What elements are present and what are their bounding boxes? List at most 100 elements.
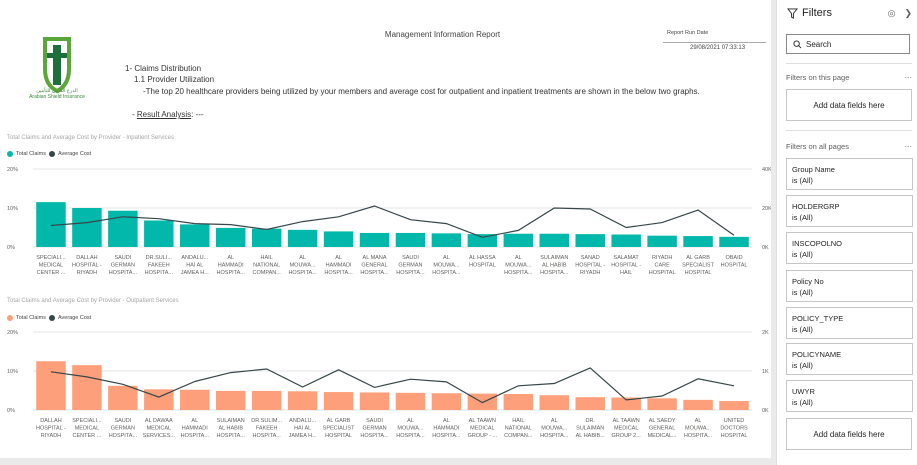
bar[interactable] [144, 220, 174, 247]
bar[interactable] [72, 208, 102, 247]
bar[interactable] [503, 394, 534, 410]
category-label: SAUDI GERMAN HOSPITA... [360, 418, 389, 439]
filter-card-value: is (All) [792, 250, 813, 259]
filters-on-this-page-label: Filters on this page ... [786, 70, 912, 82]
bar[interactable] [108, 210, 138, 247]
bar[interactable] [287, 229, 318, 247]
bar[interactable] [467, 234, 498, 247]
bar[interactable] [323, 392, 354, 410]
funnel-icon [787, 7, 798, 19]
filter-card[interactable]: Policy No is (All) [786, 270, 913, 302]
divider [786, 130, 912, 131]
bar[interactable] [539, 233, 570, 247]
category-label: SAUDI GERMAN HOSPITA... [396, 255, 425, 276]
category-label: AL TAAWN MEDICAL GROUP - ... [468, 418, 498, 439]
more-options-icon[interactable]: ... [904, 70, 912, 80]
category-label: ANDALU... HAI AL JAMEA H... [181, 255, 210, 276]
inpatient-chart-title: Total Claims and Average Cost by Provide… [7, 135, 174, 141]
category-label: HAIL NATIONAL COMPAN... [253, 255, 282, 276]
category-label: AL HAMMADI HOSPITA... [181, 418, 210, 439]
add-data-fields-all-pages-dropzone[interactable]: Add data fields here [786, 418, 912, 450]
bar[interactable] [36, 361, 66, 410]
category-label: SAUDI GERMAN HOSPITA... [109, 255, 138, 276]
search-input[interactable]: Search [786, 34, 910, 54]
bar[interactable] [395, 392, 426, 410]
bar[interactable] [215, 390, 246, 410]
filter-card[interactable]: HOLDERGRP is (All) [786, 195, 913, 227]
inpatient-legend[interactable]: Total Claims Average Cost [7, 151, 91, 157]
result-analysis-link[interactable]: Result Analysis [137, 110, 191, 119]
bar[interactable] [575, 234, 605, 247]
bar[interactable] [251, 390, 282, 410]
y-tick-left: 10% [7, 369, 18, 375]
filter-card-value: is (All) [792, 176, 813, 185]
category-label: UNITED DOCTORS HOSPITAL [720, 418, 748, 439]
bar[interactable] [108, 385, 138, 410]
filter-card-value: is (All) [792, 288, 813, 297]
filters-on-all-pages-label: Filters on all pages ... [786, 139, 912, 151]
outpatient-chart[interactable]: 0% 10% 20% 0K 1K 2K DALLAH HOSPITAL -RIYADH SPEC… [0, 323, 771, 458]
filter-card[interactable]: POLICYNAME is (All) [786, 343, 913, 375]
bar[interactable] [683, 236, 713, 247]
bar[interactable] [72, 365, 102, 410]
category-label: AL HAMMADI HOSPITA... [324, 255, 353, 276]
inpatient-chart[interactable]: 0% 10% 20% 0K 20K 40K SPECIALI... MEDICAL CENTER… [0, 160, 771, 295]
section-label: Filters on all pages [786, 142, 849, 151]
eye-icon[interactable]: ◎ [888, 8, 896, 19]
bar[interactable] [647, 398, 677, 410]
bar[interactable] [251, 228, 282, 247]
section-label: Filters on this page [786, 73, 850, 82]
bar[interactable] [323, 231, 354, 247]
y-tick-right: 40K [762, 167, 771, 173]
bar[interactable] [611, 234, 641, 247]
bar[interactable] [395, 232, 426, 247]
category-label: AL MOUWA... HOSPITA... [504, 255, 533, 276]
bar[interactable] [359, 232, 390, 247]
y-tick-right: 0K [762, 245, 769, 251]
divider [786, 63, 912, 64]
bar[interactable] [575, 397, 605, 410]
bar[interactable] [719, 401, 749, 410]
filter-card-value: is (All) [792, 361, 813, 370]
filter-card[interactable]: Group Name is (All) [786, 158, 913, 190]
category-label: AL HAMMADI HOSPITA... [432, 418, 461, 439]
bar[interactable] [431, 393, 462, 410]
bar[interactable] [287, 391, 318, 410]
bar[interactable] [683, 399, 713, 410]
category-label: RIYADH CARE HOSPITAL [649, 255, 676, 276]
description-text: -The top 20 healthcare providers being u… [143, 87, 700, 96]
bar[interactable] [180, 224, 210, 247]
filter-card[interactable]: UWYR is (All) [786, 380, 913, 412]
filter-card-name: POLICY_TYPE [792, 314, 844, 323]
legend-label-average-cost: Average Cost [57, 315, 92, 321]
y-tick-right: 2K [762, 330, 769, 336]
y-tick-left: 0% [7, 408, 15, 414]
report-canvas: الدرع العربي للتأمين Arabian Shield Insu… [0, 0, 771, 458]
bar[interactable] [215, 227, 246, 247]
bar[interactable] [647, 235, 677, 247]
result-suffix: : --- [191, 110, 204, 119]
category-label: AL DAWAA MEDICAL SERVICES... [143, 418, 176, 439]
filter-card[interactable]: INSCOPOLNO is (All) [786, 232, 913, 264]
bar[interactable] [503, 233, 534, 247]
filter-card-value: is (All) [792, 325, 813, 334]
y-tick-right: 1K [762, 369, 769, 375]
bar[interactable] [180, 389, 210, 410]
filter-card-name: Group Name [792, 165, 835, 174]
category-label: DR.SULIM... FAKEEH HOSPITA... [251, 418, 282, 439]
y-tick-left: 10% [7, 206, 18, 212]
filter-card-value: is (All) [792, 213, 813, 222]
more-options-icon[interactable]: ... [904, 139, 912, 149]
category-label: AL MANA GENERAL HOSPITA... [360, 255, 389, 276]
bar[interactable] [431, 233, 462, 247]
category-label: DALLAH HOSPITAL -RIYADH [36, 418, 66, 439]
bar[interactable] [719, 236, 749, 247]
filter-card[interactable]: POLICY_TYPEis (All) [786, 307, 913, 339]
outpatient-legend[interactable]: Total Claims Average Cost [7, 315, 91, 321]
bar[interactable] [359, 392, 390, 410]
bar[interactable] [539, 395, 570, 410]
y-tick-right: 20K [762, 206, 771, 212]
add-data-fields-page-dropzone[interactable]: Add data fields here [786, 89, 912, 121]
chevron-right-icon[interactable]: ❯ [904, 8, 912, 19]
filters-pane: Filters ◎ ❯ Search Filters on this page … [776, 0, 917, 465]
